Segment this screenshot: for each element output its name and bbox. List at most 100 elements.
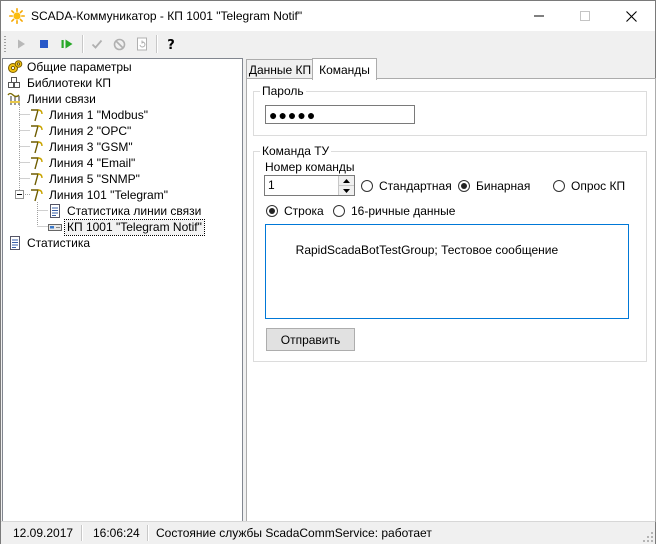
toolbar: ?: [1, 32, 655, 57]
status-separator: [81, 525, 83, 541]
send-button[interactable]: Отправить: [266, 328, 355, 351]
tree-item-libraries[interactable]: Библиотеки КП: [7, 75, 113, 91]
radio-hex-circle: [333, 205, 345, 217]
radio-standard[interactable]: Стандартная: [361, 179, 452, 193]
stepper-up-button[interactable]: [339, 176, 354, 186]
status-message: Состояние службы ScadaCommService: работ…: [156, 526, 432, 540]
tree-item-line-2[interactable]: Линия 2 "OPC": [29, 123, 133, 139]
tree-item-label: КП 1001 "Telegram Notif": [64, 218, 205, 236]
title-bar[interactable]: SCADA-Коммуникатор - КП 1001 "Telegram N…: [1, 1, 655, 31]
tab-label: Команды: [319, 62, 370, 77]
tree-item-line-3[interactable]: Линия 3 "GSM": [29, 139, 135, 155]
radio-label: 16-ричные данные: [351, 204, 456, 218]
command-number-value: 1: [268, 178, 275, 192]
tab-label: Данные КП: [248, 62, 312, 77]
radio-label: Бинарная: [476, 179, 531, 193]
comm-line-icon: [31, 173, 43, 186]
command-text-area[interactable]: RapidScadaBotTestGroup; Тестовое сообщен…: [265, 224, 629, 319]
device-icon: [48, 224, 62, 231]
gears-icon: [8, 60, 23, 73]
radio-string-circle: [266, 205, 278, 217]
command-number-stepper[interactable]: 1: [264, 175, 355, 196]
start-button[interactable]: [11, 34, 31, 54]
password-group-title: Пароль: [260, 84, 306, 98]
libraries-icon: [8, 77, 20, 88]
radio-standard-circle: [361, 180, 373, 192]
minimize-button[interactable]: [516, 1, 562, 31]
help-icon: ?: [167, 38, 175, 51]
tree-item-label: Линия 5 "SNMP": [49, 171, 140, 186]
status-separator: [147, 525, 149, 541]
tree-item-statistics[interactable]: Статистика: [7, 235, 92, 251]
resize-grip-icon[interactable]: [643, 532, 653, 542]
restart-icon: [61, 39, 73, 49]
radio-label: Опрос КП: [571, 179, 626, 193]
help-button[interactable]: ?: [161, 34, 181, 54]
cancel-icon: [113, 38, 125, 50]
maximize-icon: [580, 11, 590, 21]
comm-line-icon: [31, 189, 43, 202]
stop-button[interactable]: [34, 34, 54, 54]
tree-item-label: Библиотеки КП: [27, 75, 111, 90]
document-icon: [10, 236, 20, 250]
radio-binary-circle: [458, 180, 470, 192]
command-number-label: Номер команды: [265, 160, 355, 174]
apply-button[interactable]: [87, 34, 107, 54]
stepper-down-button[interactable]: [339, 186, 354, 195]
check-icon: [91, 39, 103, 49]
main-window: SCADA-Коммуникатор - КП 1001 "Telegram N…: [0, 0, 656, 544]
comm-line-icon: [31, 141, 43, 154]
refresh-button[interactable]: [132, 34, 152, 54]
caret-down-icon: [343, 188, 350, 193]
tab-page-commands: Пароль ●●●●● Команда ТУ Номер команды 1: [246, 78, 656, 522]
explorer-tree[interactable]: Общие параметры Библиотеки КП Линии связ…: [2, 58, 243, 522]
radio-label: Стандартная: [379, 179, 452, 193]
tree-item-label: Линия 4 "Email": [49, 155, 136, 170]
stop-icon: [40, 40, 48, 48]
tree-item-comm-lines[interactable]: Линии связи: [7, 91, 98, 107]
radio-hex[interactable]: 16-ричные данные: [333, 204, 455, 218]
status-time: 16:06:24: [93, 526, 140, 540]
tree-item-line-101[interactable]: Линия 101 "Telegram": [29, 187, 170, 203]
restart-button[interactable]: [57, 34, 77, 54]
toolbar-separator: [156, 35, 158, 53]
tree-item-label: Линия 101 "Telegram": [49, 187, 168, 202]
tree-item-line-4[interactable]: Линия 4 "Email": [29, 155, 137, 171]
tree-item-line-stats[interactable]: Статистика линии связи: [47, 203, 203, 219]
tree-item-line-1[interactable]: Линия 1 "Modbus": [29, 107, 150, 123]
tree-item-general[interactable]: Общие параметры: [7, 59, 134, 75]
radio-label: Строка: [284, 204, 324, 218]
radio-poll-circle: [553, 180, 565, 192]
caret-up-icon: [343, 178, 350, 183]
toolbar-separator: [82, 35, 84, 53]
stepper-buttons: [338, 176, 354, 195]
comm-line-icon: [31, 157, 43, 170]
tree-item-line-5[interactable]: Линия 5 "SNMP": [29, 171, 142, 187]
close-button[interactable]: [608, 1, 654, 31]
tree-item-device-1001[interactable]: КП 1001 "Telegram Notif": [47, 218, 205, 236]
document-icon: [50, 204, 60, 218]
close-icon: [625, 10, 637, 22]
tree-item-label: Линия 2 "OPC": [49, 123, 132, 138]
maximize-button[interactable]: [562, 1, 608, 31]
command-group-title: Команда ТУ: [260, 144, 332, 158]
comm-line-icon: [31, 125, 43, 138]
tree-item-label: Статистика: [27, 235, 91, 250]
tree-item-label: Общие параметры: [27, 59, 132, 74]
status-bar: 12.09.2017 16:06:24 Состояние службы Sca…: [1, 521, 655, 544]
password-value: ●●●●●: [269, 106, 317, 123]
radio-binary[interactable]: Бинарная: [458, 179, 530, 193]
tab-commands[interactable]: Команды: [312, 58, 377, 80]
radio-string[interactable]: Строка: [266, 204, 324, 218]
status-date: 12.09.2017: [13, 526, 74, 540]
radio-poll-device[interactable]: Опрос КП: [553, 179, 625, 193]
password-field[interactable]: ●●●●●: [265, 105, 415, 124]
tree-item-label: Линии связи: [27, 91, 96, 106]
cancel-button[interactable]: [109, 34, 129, 54]
svg-text:?: ?: [167, 38, 175, 51]
play-icon: [18, 39, 25, 49]
tab-device-data[interactable]: Данные КП: [246, 59, 314, 79]
toolbar-grip[interactable]: [4, 36, 6, 52]
comm-lines-icon: [7, 92, 20, 105]
tree-expander[interactable]: [15, 190, 24, 199]
